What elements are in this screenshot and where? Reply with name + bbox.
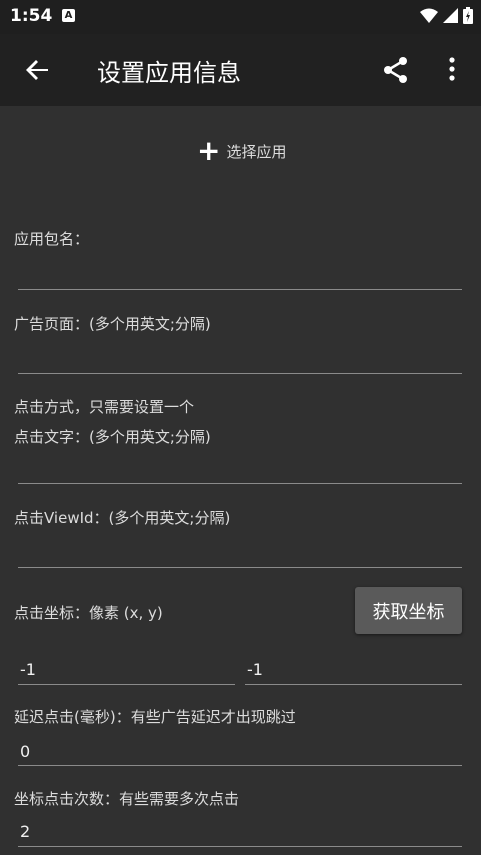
app-bar: 设置应用信息 bbox=[0, 34, 481, 106]
status-bar: 1:54 A bbox=[0, 0, 481, 34]
delay-underline bbox=[18, 765, 462, 766]
wifi-icon bbox=[420, 8, 438, 23]
status-icons bbox=[420, 7, 473, 24]
status-time: 1:54 bbox=[10, 6, 53, 26]
package-name-label: 应用包名： bbox=[14, 230, 90, 248]
coord-x-underline bbox=[18, 684, 235, 685]
plus-icon: + bbox=[197, 134, 221, 167]
coord-y-input[interactable]: -1 bbox=[247, 660, 263, 679]
click-coord-label: 点击坐标：像素 (x, y) bbox=[14, 604, 163, 622]
click-viewid-underline bbox=[18, 567, 462, 568]
click-count-input[interactable]: 2 bbox=[20, 822, 30, 841]
get-coordinates-button[interactable]: 获取坐标 bbox=[355, 587, 462, 634]
back-button[interactable] bbox=[20, 52, 56, 88]
package-name-underline bbox=[18, 289, 462, 290]
delay-label: 延迟点击(毫秒)：有些广告延迟才出现跳过 bbox=[14, 708, 296, 726]
click-count-underline bbox=[18, 846, 462, 847]
more-vert-icon bbox=[449, 57, 455, 81]
click-count-label: 坐标点击次数：有些需要多次点击 bbox=[14, 790, 240, 808]
more-options-button[interactable] bbox=[440, 54, 464, 86]
click-method-label: 点击方式，只需要设置一个 bbox=[14, 398, 195, 416]
click-text-label: 点击文字：(多个用英文;分隔) bbox=[14, 428, 211, 446]
arrow-left-icon bbox=[26, 60, 48, 80]
share-icon bbox=[384, 57, 407, 83]
delay-input[interactable]: 0 bbox=[20, 742, 30, 761]
ad-page-underline bbox=[18, 373, 462, 374]
click-text-underline bbox=[18, 483, 462, 484]
select-app-label: 选择应用 bbox=[226, 142, 287, 161]
coord-x-input[interactable]: -1 bbox=[20, 660, 36, 679]
coord-y-underline bbox=[245, 684, 462, 685]
signal-icon bbox=[443, 7, 458, 23]
page-title: 设置应用信息 bbox=[97, 59, 241, 87]
battery-icon bbox=[463, 7, 473, 24]
click-viewid-label: 点击ViewId：(多个用英文;分隔) bbox=[14, 509, 231, 527]
share-button[interactable] bbox=[380, 54, 412, 86]
select-app-button[interactable]: + 选择应用 bbox=[197, 134, 287, 167]
notification-icon: A bbox=[62, 9, 75, 22]
ad-page-label: 广告页面：(多个用英文;分隔) bbox=[14, 315, 211, 333]
